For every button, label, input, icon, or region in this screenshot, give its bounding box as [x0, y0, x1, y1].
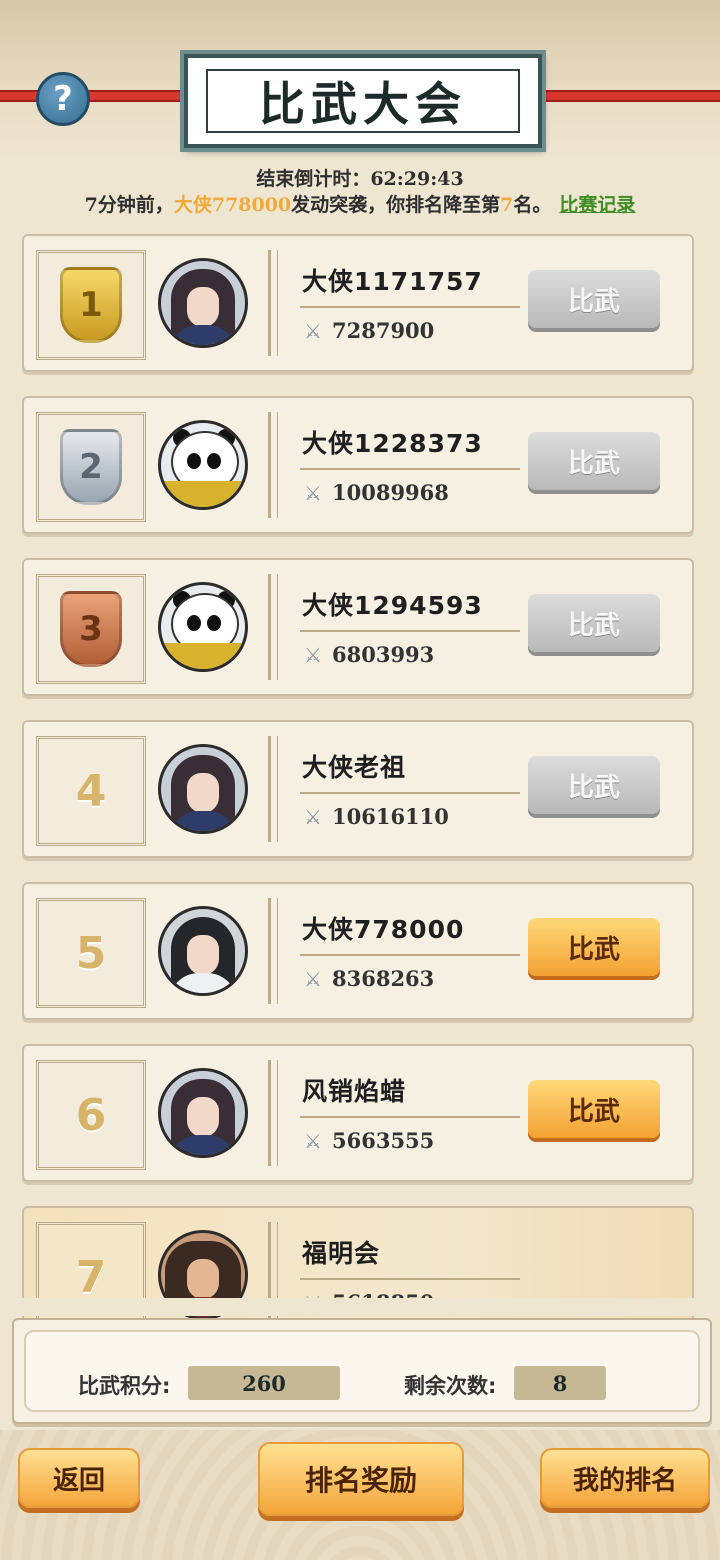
player-card: 5 大侠778000 ⚔ 8368263 比武: [22, 882, 694, 1020]
player-name: 福明会: [302, 1239, 381, 1268]
player-name: 大侠老祖: [302, 753, 407, 782]
title-board: 比武大会: [184, 54, 542, 148]
avatar[interactable]: [158, 258, 248, 348]
rank-box: 1: [36, 250, 146, 360]
list-cutoff: [0, 1298, 720, 1316]
player-card: 1 大侠1171757 ⚔ 7287900 比武: [22, 234, 694, 372]
question-icon: ?: [53, 79, 73, 119]
rank-box: 2: [36, 412, 146, 522]
gold-medal-icon: 1: [60, 267, 122, 343]
player-name: 大侠778000: [302, 915, 465, 944]
crossed-swords-icon: ⚔: [304, 967, 322, 991]
crossed-swords-icon: ⚔: [304, 1129, 322, 1153]
remaining-value: 8: [514, 1366, 606, 1400]
my-rank-button[interactable]: 我的排名: [540, 1448, 710, 1508]
page-title: 比武大会: [206, 69, 520, 133]
challenge-button[interactable]: 比武: [528, 594, 660, 652]
notice-prefix: 7分钟前，: [84, 194, 174, 216]
score-value: 260: [188, 1366, 340, 1400]
notice-suffix: 名。: [513, 194, 552, 216]
player-card: 4 大侠老祖 ⚔ 10616110 比武: [22, 720, 694, 858]
player-name: 大侠1228373: [302, 429, 483, 458]
rank-box: 4: [36, 736, 146, 846]
countdown-timer: 结束倒计时：62:29:43: [256, 168, 464, 190]
avatar[interactable]: [158, 420, 248, 510]
rank-number: 6: [75, 1089, 107, 1141]
rope-decoration-right: [520, 90, 720, 102]
rank-number: 5: [75, 927, 107, 979]
rank-number: 7: [75, 1251, 107, 1303]
crossed-swords-icon: ⚔: [304, 481, 322, 505]
challenge-button[interactable]: 比武: [528, 1080, 660, 1138]
player-card: 2 大侠1228373 ⚔ 10089968 比武: [22, 396, 694, 534]
crossed-swords-icon: ⚔: [304, 319, 322, 343]
help-button[interactable]: ?: [36, 72, 90, 126]
stats-panel: 比武积分: 260 剩余次数: 8: [12, 1318, 712, 1424]
bronze-medal-icon: 3: [60, 591, 122, 667]
notice-line: 7分钟前，大侠778000发动突袭，你排名降至第7名。 比赛记录: [0, 190, 720, 217]
back-button[interactable]: 返回: [18, 1448, 140, 1508]
challenge-button[interactable]: 比武: [528, 756, 660, 814]
notice-attacker: 大侠778000: [173, 194, 292, 216]
player-card: 3 大侠1294593 ⚔ 6803993 比武: [22, 558, 694, 696]
player-power: 10616110: [332, 804, 449, 829]
remaining-label: 剩余次数:: [404, 1374, 497, 1398]
score-label: 比武积分:: [78, 1374, 171, 1398]
player-name: 风销焰蜡: [302, 1077, 407, 1106]
player-power: 6803993: [332, 642, 435, 667]
crossed-swords-icon: ⚔: [304, 643, 322, 667]
stats-inner: 比武积分: 260 剩余次数: 8: [24, 1330, 700, 1412]
crossed-swords-icon: ⚔: [304, 805, 322, 829]
match-record-link[interactable]: 比赛记录: [559, 194, 635, 216]
player-name: 大侠1171757: [302, 267, 483, 296]
player-power: 10089968: [332, 480, 449, 505]
avatar[interactable]: [158, 744, 248, 834]
rank-number: 4: [75, 765, 107, 817]
rank-box: 6: [36, 1060, 146, 1170]
rope-decoration-left: [0, 90, 200, 102]
rank-box: 5: [36, 898, 146, 1008]
avatar[interactable]: [158, 1068, 248, 1158]
player-power: 8368263: [332, 966, 435, 991]
silver-medal-icon: 2: [60, 429, 122, 505]
challenge-button[interactable]: 比武: [528, 270, 660, 328]
player-name: 大侠1294593: [302, 591, 483, 620]
challenge-button[interactable]: 比武: [528, 432, 660, 490]
notice-rank: 7: [500, 194, 514, 216]
player-card: 6 风销焰蜡 ⚔ 5663555 比武: [22, 1044, 694, 1182]
player-power: 5663555: [332, 1128, 435, 1153]
rank-box: 3: [36, 574, 146, 684]
notice-middle: 发动突袭，你排名降至第: [291, 194, 501, 216]
rank-reward-button[interactable]: 排名奖励: [258, 1442, 464, 1516]
avatar[interactable]: [158, 906, 248, 996]
player-power: 7287900: [332, 318, 435, 343]
avatar[interactable]: [158, 582, 248, 672]
challenge-button[interactable]: 比武: [528, 918, 660, 976]
